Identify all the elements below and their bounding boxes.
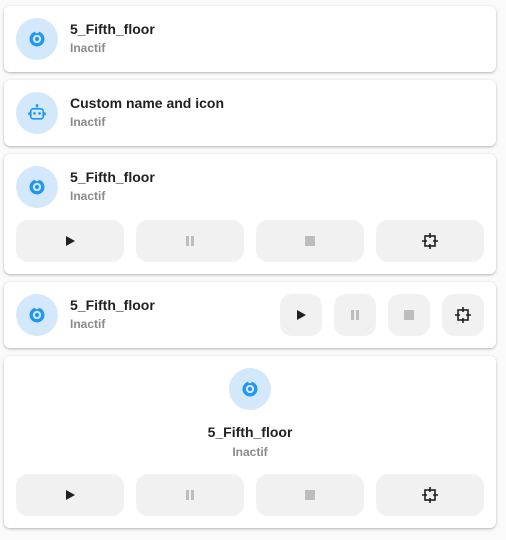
pause-button[interactable] [136,220,244,262]
entity-state: Inactif [70,317,106,331]
play-icon [66,236,75,246]
pause-button[interactable] [136,474,244,516]
entity-name: 5_Fifth_floor [70,297,155,313]
robot-icon[interactable] [16,92,58,134]
entity-name: 5_Fifth_floor [207,424,293,440]
stop-button[interactable] [256,474,364,516]
robot-vacuum-icon[interactable] [16,18,58,60]
crosshair-icon [422,487,438,503]
stop-button[interactable] [388,294,430,336]
vacuum-card-1[interactable]: 5_Fifth_floor Inactif [4,6,496,72]
stop-button[interactable] [256,220,364,262]
entity-name: 5_Fifth_floor [70,169,155,185]
start-button[interactable] [280,294,322,336]
locate-button[interactable] [442,294,484,336]
stop-icon [404,310,414,320]
entity-state: Inactif [70,189,106,203]
entity-name: Custom name and icon [70,95,225,111]
pause-button[interactable] [334,294,376,336]
pause-icon [351,310,359,320]
locate-button[interactable] [376,474,484,516]
robot-vacuum-icon[interactable] [229,368,271,410]
vacuum-card-3[interactable]: 5_Fifth_floor Inactif [4,154,496,274]
entity-name: 5_Fifth_floor [70,21,155,37]
pause-icon [186,490,194,500]
robot-vacuum-icon[interactable] [16,294,58,336]
stop-icon [305,236,315,246]
entity-state: Inactif [70,115,106,129]
entity-state: Inactif [70,41,106,55]
start-button[interactable] [16,220,124,262]
vacuum-card-4[interactable]: 5_Fifth_floor Inactif [4,282,496,348]
vacuum-card-2[interactable]: Custom name and icon Inactif [4,80,496,146]
crosshair-icon [455,307,471,323]
vacuum-card-5[interactable]: 5_Fifth_floor Inactif [4,356,496,528]
robot-vacuum-icon[interactable] [16,166,58,208]
entity-state: Inactif [232,445,268,459]
stop-icon [305,490,315,500]
start-button[interactable] [16,474,124,516]
locate-button[interactable] [376,220,484,262]
crosshair-icon [422,233,438,249]
play-icon [297,310,306,320]
pause-icon [186,236,194,246]
play-icon [66,490,75,500]
